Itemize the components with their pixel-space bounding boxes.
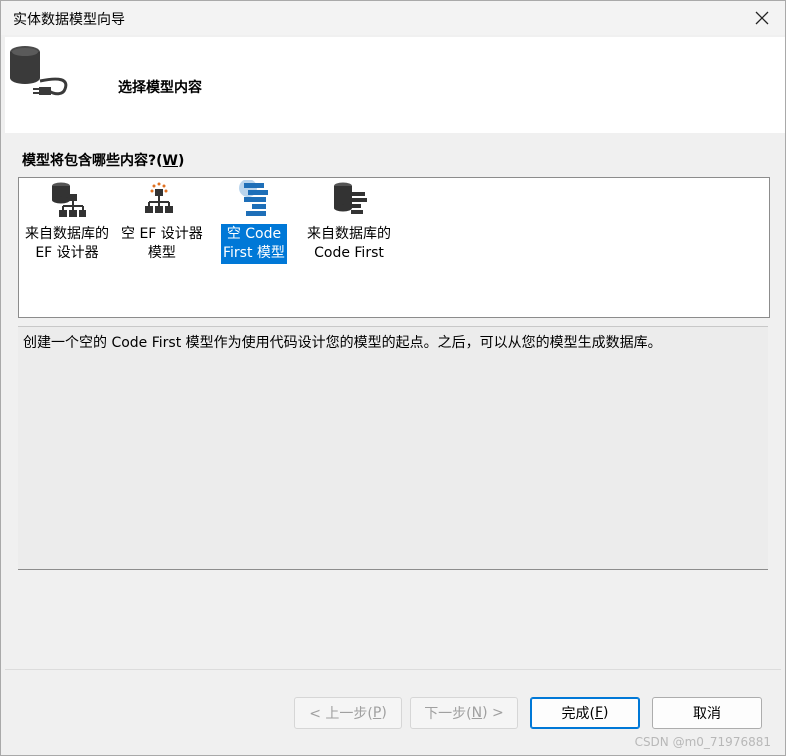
title-bar: 实体数据模型向导 — [1, 1, 785, 35]
model-content-question: 模型将包含哪些内容?(W) — [22, 150, 184, 170]
wizard-window: 实体数据模型向导 选择模型内容 模型将包含哪些内容?(W) 来自数据库的 EF … — [0, 0, 786, 756]
cancel-button[interactable]: 取消 — [652, 697, 762, 729]
question-suffix: ) — [177, 153, 185, 169]
back-button-key: P — [372, 705, 382, 721]
database-plug-icon — [10, 46, 68, 96]
back-button[interactable]: < 上一步(P) — [294, 697, 402, 729]
empty-designer-icon — [144, 182, 173, 213]
button-area-divider — [5, 669, 781, 670]
database-hierarchy-icon — [52, 182, 86, 217]
question-text: 模型将包含哪些内容?( — [22, 153, 163, 169]
model-item-empty-code-first[interactable]: 空 Code First 模型 — [221, 180, 287, 264]
close-icon — [755, 11, 769, 25]
next-button[interactable]: 下一步(N) > — [410, 697, 518, 729]
cancel-button-label: 取消 — [693, 706, 721, 722]
finish-button-label: 完成( — [561, 706, 595, 722]
model-description-panel: 创建一个空的 Code First 模型作为使用代码设计您的模型的起点。之后，可… — [18, 326, 768, 570]
model-item-label: 来自数据库的 EF 设计器 — [25, 226, 109, 261]
window-title: 实体数据模型向导 — [13, 12, 125, 28]
finish-button[interactable]: 完成(F) — [530, 697, 640, 729]
model-item-label: 空 EF 设计器 模型 — [121, 226, 203, 261]
question-mnemonic: W — [162, 153, 178, 169]
model-item-label: 空 Code First 模型 — [221, 224, 287, 264]
next-button-label: 下一步( — [424, 706, 472, 722]
back-button-suffix: ) — [381, 705, 387, 721]
model-description: 创建一个空的 Code First 模型作为使用代码设计您的模型的起点。之后，可… — [23, 335, 662, 351]
watermark: CSDN @m0_71976881 — [634, 735, 771, 749]
back-button-label: < 上一步( — [309, 706, 373, 722]
model-item-label: 来自数据库的 Code First — [307, 226, 391, 261]
model-item-code-first-from-db[interactable]: 来自数据库的 Code First — [305, 180, 393, 264]
page-title: 选择模型内容 — [118, 80, 202, 96]
code-first-icon — [238, 180, 268, 216]
finish-button-suffix: ) — [603, 705, 609, 721]
header-panel: 选择模型内容 — [5, 37, 785, 133]
finish-button-key: F — [594, 705, 604, 721]
next-button-key: N — [471, 705, 483, 721]
model-type-list[interactable]: 来自数据库的 EF 设计器 空 EF 设计器 模型 空 Code First 模… — [18, 177, 770, 318]
close-button[interactable] — [739, 1, 785, 35]
model-item-ef-designer-from-db[interactable]: 来自数据库的 EF 设计器 — [23, 180, 111, 264]
next-button-suffix: ) > — [482, 705, 504, 721]
database-code-first-icon — [334, 182, 367, 214]
model-item-empty-ef-designer[interactable]: 空 EF 设计器 模型 — [119, 180, 205, 264]
